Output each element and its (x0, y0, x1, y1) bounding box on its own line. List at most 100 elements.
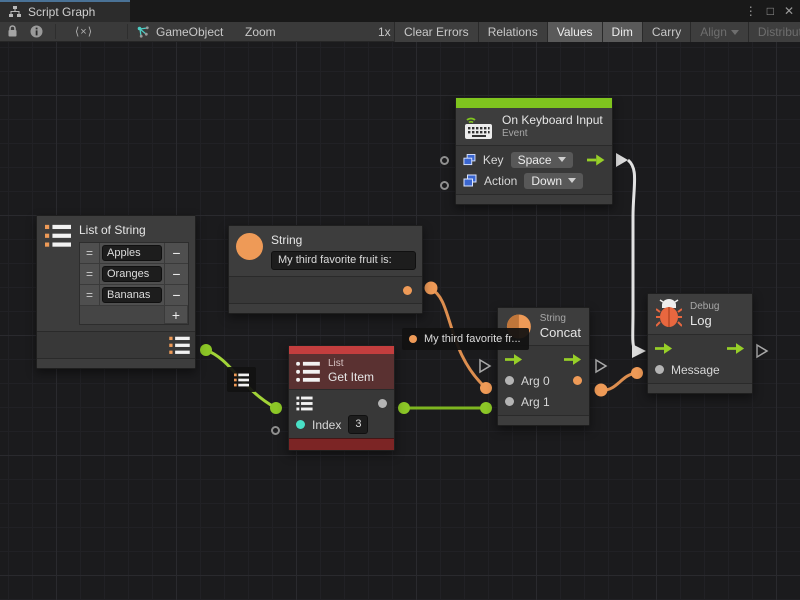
zoom-value: 1x (378, 25, 391, 39)
concat-flow-in-port[interactable] (480, 360, 490, 372)
string-output-port[interactable] (403, 286, 412, 295)
list-output-port[interactable] (169, 336, 190, 355)
action-value-port[interactable] (440, 181, 449, 190)
flow-in-port-icon[interactable] (505, 354, 523, 365)
concat-flow-out-port[interactable] (596, 360, 606, 372)
drag-handle[interactable]: = (80, 264, 100, 284)
key-dropdown[interactable]: Space (511, 152, 573, 168)
flow-out-port-icon[interactable] (564, 354, 582, 365)
wire-endpoint (595, 384, 608, 397)
index-input-port[interactable] (296, 420, 305, 429)
lock-icon (7, 25, 18, 38)
code-icon: ⟨×⟩ (75, 25, 93, 38)
result-output-port[interactable] (573, 376, 582, 385)
window-menu-icon[interactable]: ⋮ (745, 4, 757, 18)
wire-endpoint (480, 402, 492, 414)
node-concat[interactable]: String Concat Arg 0 (497, 307, 590, 426)
arg1-input-port[interactable] (505, 397, 514, 406)
distribute-button[interactable]: Distribute (748, 22, 800, 42)
wire-endpoint (480, 382, 492, 394)
flow-out-port-icon[interactable] (727, 343, 745, 354)
node-title: Concat (540, 325, 581, 340)
list-item-field[interactable]: Bananas (102, 287, 162, 303)
gameobject-icon (136, 25, 150, 39)
item-output-port[interactable] (378, 399, 387, 408)
node-title: String (271, 233, 416, 248)
flow-wire-end-arrow (632, 344, 646, 358)
node-string-literal[interactable]: String My third favorite fruit is: (228, 225, 423, 314)
window-maximize-icon[interactable]: □ (767, 4, 774, 18)
key-label: Key (483, 153, 504, 167)
carry-button[interactable]: Carry (642, 22, 690, 42)
add-item-button[interactable]: + (164, 306, 188, 324)
values-button[interactable]: Values (547, 22, 602, 42)
error-accent-bar (289, 346, 394, 354)
info-button[interactable] (24, 22, 48, 41)
index-value-port[interactable] (271, 426, 280, 435)
error-footer-bar (289, 438, 394, 450)
tab-script-graph[interactable]: Script Graph (0, 0, 130, 22)
arg0-input-port[interactable] (505, 376, 514, 385)
list-icon-white (296, 361, 320, 383)
node-debug-log[interactable]: Debug Log Message (647, 293, 753, 394)
arg1-label: Arg 1 (521, 395, 550, 409)
wire-flow-keyboard-to-log[interactable] (628, 160, 635, 348)
log-flow-out-port[interactable] (757, 345, 767, 357)
remove-item-button[interactable]: − (164, 264, 188, 284)
action-dropdown[interactable]: Down (524, 173, 583, 189)
code-view-button[interactable]: ⟨×⟩ (66, 22, 102, 41)
message-input-port[interactable] (655, 365, 664, 374)
node-on-keyboard-input[interactable]: On Keyboard Input Event Key Space (455, 97, 613, 205)
literal-input-icon (463, 153, 476, 167)
string-value-field[interactable]: My third favorite fruit is: (271, 251, 416, 270)
relations-button[interactable]: Relations (478, 22, 547, 42)
key-value-port[interactable] (440, 156, 449, 165)
graph-canvas[interactable]: On Keyboard Input Event Key Space (0, 42, 800, 600)
dim-button[interactable]: Dim (602, 22, 642, 42)
index-field[interactable]: 3 (348, 415, 368, 434)
list-item-field[interactable]: Apples (102, 245, 162, 261)
keyboard-icon (464, 113, 494, 140)
drag-handle[interactable]: = (80, 243, 100, 263)
string-value-icon (409, 335, 417, 343)
remove-item-button[interactable]: − (164, 285, 188, 305)
wire-endpoint (270, 402, 282, 414)
list-icon-small (234, 373, 249, 387)
wire-endpoint (200, 344, 212, 356)
dropdown-arrow-icon (731, 30, 739, 35)
lock-button[interactable] (0, 22, 24, 41)
flow-in-port-icon[interactable] (655, 343, 673, 354)
tooltip-text: My third favorite fr... (424, 333, 521, 345)
align-button[interactable]: Align (690, 22, 748, 42)
list-item-row: = Apples − (80, 243, 188, 264)
remove-item-button[interactable]: − (164, 243, 188, 263)
wire-endpoint (631, 367, 643, 379)
wire-endpoint (398, 402, 410, 414)
node-category: List (328, 358, 374, 370)
node-subtitle: Event (502, 128, 603, 140)
dropdown-arrow-icon (558, 157, 566, 162)
zoom-label: Zoom (245, 25, 276, 39)
graph-toolbar: ⟨×⟩ GameObject Zoom 1x Clear Errors Rela… (0, 22, 800, 42)
node-category: String (540, 313, 581, 325)
dropdown-arrow-icon (568, 178, 576, 183)
string-type-icon (236, 233, 263, 260)
literal-input-icon (463, 174, 477, 188)
wire-value-tooltip: My third favorite fr... (402, 328, 529, 350)
node-list-of-string[interactable]: List of String = Apples − = Oranges − (36, 215, 196, 369)
index-label: Index (312, 418, 341, 432)
script-graph-window: Script Graph ⋮ □ ✕ (0, 0, 800, 600)
flow-out-port-icon[interactable] (587, 154, 605, 166)
action-label: Action (484, 174, 517, 188)
list-editor: = Apples − = Oranges − = Bananas − (79, 242, 189, 325)
drag-handle[interactable]: = (80, 285, 100, 305)
flow-wire-start-arrow (616, 153, 628, 167)
list-item-field[interactable]: Oranges (102, 266, 162, 282)
gameobject-target-button[interactable]: GameObject (136, 22, 223, 41)
node-get-item[interactable]: List Get Item Index 3 (288, 345, 395, 451)
list-input-port[interactable] (296, 396, 313, 411)
bug-icon (656, 299, 682, 329)
node-title: Get Item (328, 370, 374, 385)
clear-errors-button[interactable]: Clear Errors (394, 22, 478, 42)
window-close-icon[interactable]: ✕ (784, 4, 794, 18)
